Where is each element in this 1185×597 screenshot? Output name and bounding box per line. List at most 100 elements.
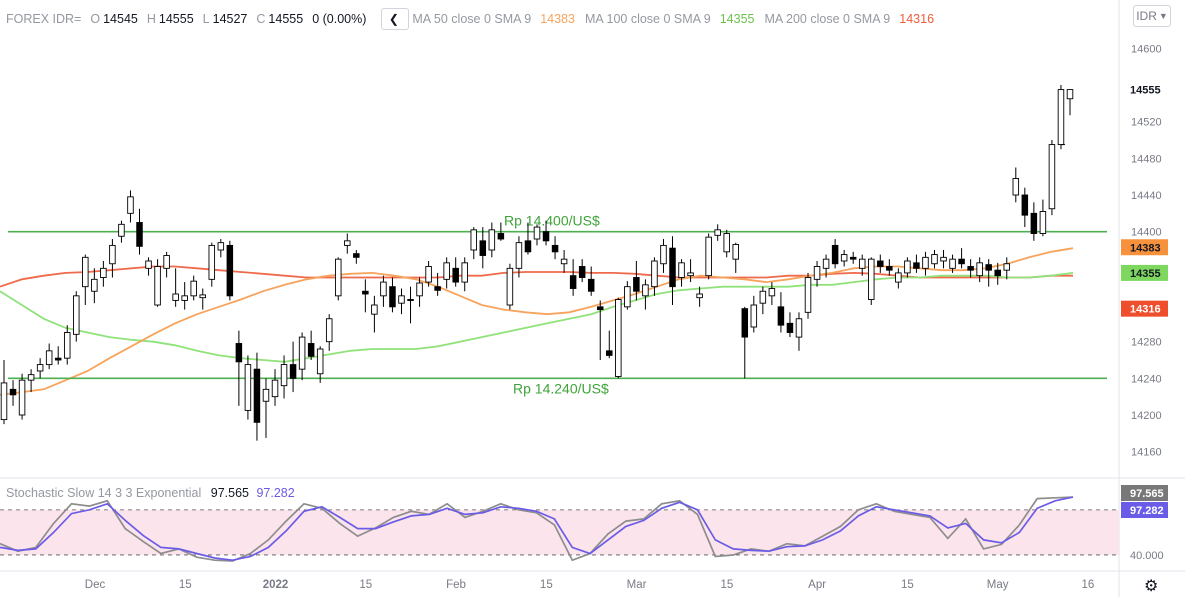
candle-body <box>1030 212 1038 234</box>
candle-body <box>398 295 405 304</box>
candle-body <box>172 293 179 301</box>
candle-body <box>1066 89 1074 100</box>
candle-body <box>235 343 243 363</box>
candle-body <box>696 293 703 299</box>
change-value: 0 (0.00%) <box>312 12 367 26</box>
time-tick-label: 15 <box>901 579 914 591</box>
candle-body <box>877 260 884 267</box>
candle-body <box>542 231 550 242</box>
candle-body <box>136 222 143 247</box>
ma200-value: 14316 <box>899 12 935 26</box>
candle-body <box>307 343 315 357</box>
candle <box>154 259 161 307</box>
candle-body <box>0 382 8 421</box>
candle-body <box>316 348 324 375</box>
candle-body <box>895 272 902 283</box>
candle-body <box>768 288 776 297</box>
candle-body <box>976 262 983 277</box>
time-tick-label: 15 <box>720 579 733 591</box>
low-value: 14527 <box>212 12 248 26</box>
candle-body <box>82 256 89 288</box>
candle-body <box>226 244 234 297</box>
candle-body <box>913 262 920 269</box>
candle <box>1057 85 1065 150</box>
candle-body <box>1021 194 1029 216</box>
close-value: 14555 <box>268 12 304 26</box>
candle-body <box>795 318 803 338</box>
candle-body <box>569 275 577 289</box>
high-value: 14555 <box>158 12 194 26</box>
ma100-value: 14355 <box>719 12 755 26</box>
ma50-value: 14383 <box>540 12 575 26</box>
candle-body <box>344 240 351 246</box>
time-tick-label: 15 <box>359 579 372 591</box>
candle-body <box>958 258 965 265</box>
candle-body <box>533 226 541 240</box>
candle-body <box>353 253 360 258</box>
chevron-down-icon: ▼ <box>1158 11 1168 21</box>
candle-body <box>479 240 487 256</box>
level-label: Rp 14.400/US$ <box>504 213 600 229</box>
gear-icon[interactable]: ⚙ <box>1144 576 1158 596</box>
currency-select[interactable]: IDR ▼ <box>1133 5 1171 27</box>
chevron-left-icon: ❮ <box>388 12 399 26</box>
candle-body <box>63 332 71 359</box>
candle-body <box>596 306 604 311</box>
candle-body <box>27 374 35 381</box>
candle-body <box>777 306 785 326</box>
candle-body <box>109 244 116 265</box>
price-tick-label: 14520 <box>1131 117 1162 129</box>
candle-body <box>271 379 279 398</box>
stoch-d-axis-label: 97.282 <box>1130 505 1164 517</box>
ma50-label: MA 50 close 0 SMA 9 <box>412 12 532 26</box>
time-tick-label: Dec <box>85 579 106 591</box>
candle-body <box>416 282 423 297</box>
candle-body <box>551 244 559 253</box>
candle-body <box>54 357 62 361</box>
candle-body <box>633 277 640 292</box>
candle-body <box>45 350 53 366</box>
candle-body <box>1039 211 1047 234</box>
candle-body <box>91 278 98 292</box>
candle-body <box>886 266 893 271</box>
candle-body <box>262 388 270 402</box>
price-tick-label: 14160 <box>1131 447 1162 459</box>
candle-body <box>687 272 694 277</box>
candle-body <box>118 223 125 237</box>
candle-body <box>325 318 333 343</box>
candle-body <box>813 266 821 280</box>
candle-body <box>380 281 387 297</box>
candle-body <box>804 277 812 313</box>
candle-body <box>524 240 532 253</box>
candle-body <box>642 284 649 297</box>
candle-body <box>732 244 739 260</box>
candle-body <box>190 280 197 297</box>
candle-body <box>1057 89 1065 146</box>
candle-body <box>181 295 188 301</box>
stoch-label: Stochastic Slow 14 3 3 Exponential <box>6 486 202 500</box>
stoch-k-value: 97.565 <box>210 486 249 500</box>
stoch-k-axis-label: 97.565 <box>1130 488 1164 500</box>
candle <box>18 373 26 420</box>
candle-body <box>163 255 170 269</box>
symbol-name: FOREX IDR= <box>6 12 82 26</box>
ma200-label: MA 200 close 0 SMA 9 <box>764 12 891 26</box>
price-tick-label: 14400 <box>1131 227 1162 239</box>
collapse-legend-button[interactable]: ❮ <box>381 8 410 30</box>
candle-body <box>18 379 26 416</box>
candle-body <box>298 336 306 370</box>
candle-body <box>669 247 676 288</box>
candle-body <box>253 368 261 423</box>
candle-body <box>741 308 749 338</box>
candle-body <box>9 388 17 396</box>
candle <box>804 272 812 319</box>
candle <box>73 291 80 342</box>
candle-body <box>389 286 396 308</box>
candle-body <box>470 229 478 251</box>
candle-body <box>904 260 911 274</box>
candle-body <box>931 254 938 265</box>
candle-body <box>858 258 866 269</box>
candle <box>335 257 342 301</box>
stoch-legend: Stochastic Slow 14 3 3 Exponential 97.56… <box>6 486 295 500</box>
candle-body <box>840 254 848 262</box>
